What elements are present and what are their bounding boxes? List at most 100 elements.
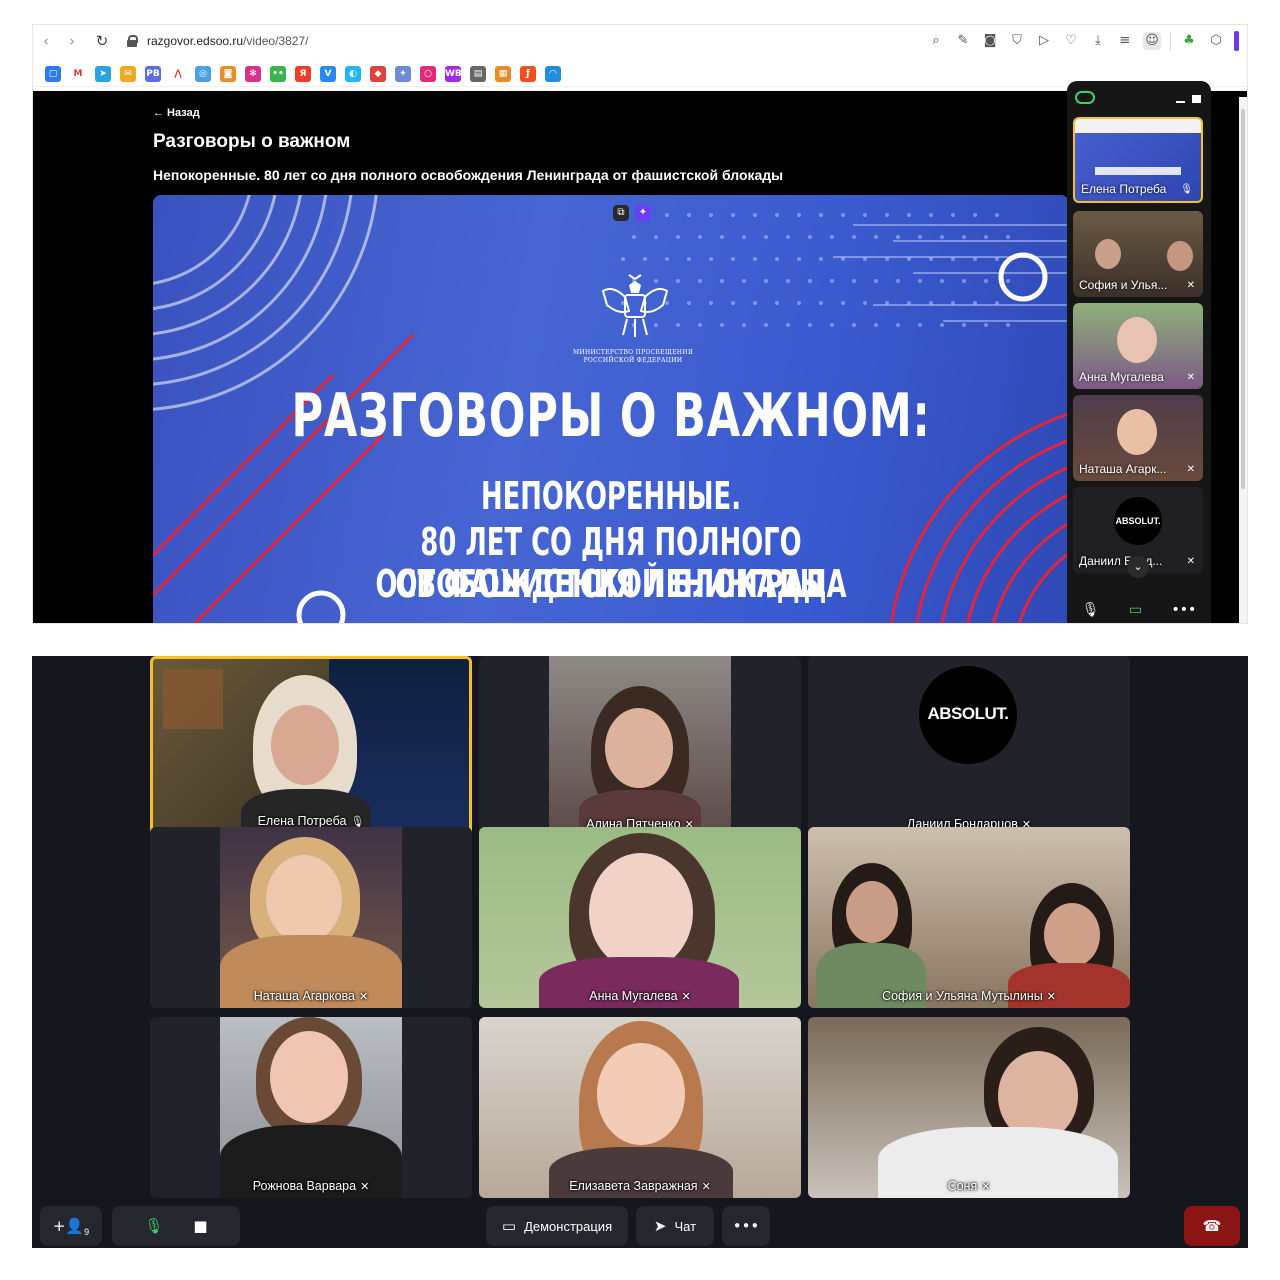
participant-name: София и Ульяна Мутылины ✕ xyxy=(882,989,1056,1003)
video-player[interactable]: ⧉ ✦ МИНИСТЕРСТВО ПРОСВЕЩЕНИЯ РОССИЙСКОЙ … xyxy=(153,195,1069,623)
pin-icon[interactable]: ◆ xyxy=(370,65,386,82)
grid-icon[interactable]: ▦ xyxy=(495,65,511,82)
mic-muted-icon: ✕ xyxy=(1186,372,1195,383)
video-title: РАЗГОВОРЫ О ВАЖНОМ: xyxy=(291,381,931,451)
participant-face xyxy=(597,1043,685,1145)
mail-icon[interactable]: ✉ xyxy=(120,65,136,82)
participant-video xyxy=(479,827,801,1008)
heart-icon[interactable]: ♡ xyxy=(1062,32,1080,50)
figma-icon[interactable]: ƒ xyxy=(520,65,536,82)
participant-name: Елена Потреба 🎙 xyxy=(257,814,365,828)
mic-icon[interactable]: 🎙 xyxy=(1082,602,1100,618)
ministry-line-2: РОССИЙСКОЙ ФЕДЕРАЦИИ xyxy=(583,357,683,364)
mic-icon: 🎙 xyxy=(1180,184,1193,195)
camera-icon[interactable]: ◙ xyxy=(981,32,999,50)
mini-tile-participant[interactable]: София и Улья... ✕ xyxy=(1073,211,1203,297)
edge-icon[interactable]: ◠ xyxy=(545,65,561,82)
sidebar-toggle[interactable] xyxy=(1234,31,1239,51)
vk-icon[interactable]: V xyxy=(320,65,336,82)
eagle-icon[interactable]: ✦ xyxy=(395,65,411,82)
maximize-icon[interactable] xyxy=(1192,95,1201,103)
participant-face xyxy=(266,855,342,943)
chat-label: Чат xyxy=(674,1218,697,1234)
meeting-window: Елена Потреба 🎙 Алина Пятченко ✕ ABSOLUT. … xyxy=(32,656,1248,1248)
mini-tile-speaker[interactable]: Елена Потреба 🎙 xyxy=(1073,117,1203,203)
doc-icon[interactable]: ▤ xyxy=(470,65,486,82)
flower-icon[interactable]: ✻ xyxy=(245,65,261,82)
ministry-caption: МИНИСТЕРСТВО ПРОСВЕЩЕНИЯ РОССИЙСКОЙ ФЕДЕ… xyxy=(533,349,733,365)
orange-icon[interactable]: ◙ xyxy=(220,65,236,82)
participant-face xyxy=(846,881,898,943)
cube-icon[interactable]: ⬡ xyxy=(1207,32,1225,50)
dots-icon[interactable]: •• xyxy=(270,65,286,82)
download-icon[interactable]: ⤓ xyxy=(1089,32,1107,50)
minimize-icon[interactable] xyxy=(1176,101,1185,103)
more-icon[interactable]: ••• xyxy=(1171,602,1196,618)
yandex-icon[interactable]: Я xyxy=(295,65,311,82)
address-bar[interactable]: razgovor.edsoo.ru/video/3827/ xyxy=(147,34,308,48)
edit-icon[interactable]: ✎ xyxy=(954,32,972,50)
browser-toolbar: ⌕ ✎ ◙ ⛉ ▷ ♡ ⤓ ≡ ☺ ♣ ⬡ xyxy=(927,31,1247,51)
participant-tile-speaker[interactable]: Елена Потреба 🎙 xyxy=(150,656,472,836)
shield-icon[interactable]: ⛉ xyxy=(1008,32,1026,50)
mini-tile-participant[interactable]: Анна Мугалева ✕ xyxy=(1073,303,1203,389)
mic-muted-icon: ✕ xyxy=(701,1180,711,1193)
mini-tile-label: Елена Потреба xyxy=(1081,182,1167,196)
extension-icon[interactable]: ♣ xyxy=(1180,32,1198,50)
avatar: ABSOLUT. xyxy=(1114,497,1162,545)
add-participant-button[interactable]: +👤 9 xyxy=(40,1206,102,1246)
participant-video xyxy=(220,827,402,1008)
participant-tile[interactable]: Наташа Агаркова ✕ xyxy=(150,827,472,1008)
screen-share-button[interactable]: ▭ Демонстрация xyxy=(486,1206,628,1246)
participant-video xyxy=(1167,241,1193,271)
globe-icon[interactable]: ◎ xyxy=(195,65,211,82)
participant-tile[interactable]: София и Ульяна Мутылины ✕ xyxy=(808,827,1130,1008)
pb-icon[interactable]: PB xyxy=(145,65,161,82)
participant-face xyxy=(271,705,339,785)
mini-meeting-panel: Елена Потреба 🎙 София и Улья... ✕ Анна М… xyxy=(1067,81,1211,623)
screen-share-icon[interactable]: ▭ xyxy=(1129,602,1142,618)
mini-tile-participant[interactable]: Наташа Агарк... ✕ xyxy=(1073,395,1203,481)
back-button[interactable]: ‹ xyxy=(33,32,59,50)
connection-icon[interactable] xyxy=(1075,91,1095,104)
yandex-lavka-icon[interactable]: ⋀ xyxy=(170,65,186,82)
scrollbar-thumb[interactable] xyxy=(1241,109,1245,489)
mini-tile-label: София и Улья... xyxy=(1079,278,1168,292)
participant-tile[interactable]: Анна Мугалева ✕ xyxy=(479,827,801,1008)
camera-icon[interactable]: ■ xyxy=(193,1217,207,1235)
zoom-icon[interactable]: ⌕ xyxy=(927,32,945,50)
reload-button[interactable]: ↻ xyxy=(89,32,115,50)
end-call-button[interactable]: ☎ xyxy=(1184,1206,1240,1246)
participant-tile[interactable]: Алина Пятченко ✕ xyxy=(479,656,801,836)
page-scrollbar[interactable] xyxy=(1239,97,1247,623)
lock-icon[interactable] xyxy=(127,35,138,47)
participant-tile[interactable]: ABSOLUT. Даниил Бондарцов ✕ xyxy=(808,656,1130,836)
messenger-icon[interactable]: ▢ xyxy=(45,65,61,82)
menu-icon[interactable]: ≡ xyxy=(1116,32,1134,50)
chevron-down-icon[interactable]: ⌄ xyxy=(1127,556,1149,578)
mic-icon[interactable]: 🎙 xyxy=(144,1217,163,1235)
mic-muted-icon: ✕ xyxy=(981,1180,991,1193)
oz-icon[interactable]: ○ xyxy=(420,65,436,82)
participant-video xyxy=(549,656,731,836)
video-line-3: ОТ ФАШИСТСКОЙ БЛОКАДЫ xyxy=(395,562,827,606)
forward-button[interactable]: › xyxy=(59,32,85,50)
back-link[interactable]: ← Назад xyxy=(153,107,200,119)
url-domain: razgovor.edsoo.ru xyxy=(147,34,244,48)
pip-icon[interactable]: ⧉ xyxy=(613,205,629,221)
profile-icon[interactable]: ☺ xyxy=(1143,32,1161,50)
participant-tile[interactable]: Соня ✕ xyxy=(808,1017,1130,1198)
participant-tile[interactable]: Елизавета Завражная ✕ xyxy=(479,1017,801,1198)
mic-muted-icon: ✕ xyxy=(359,990,369,1003)
send-icon[interactable]: ▷ xyxy=(1035,32,1053,50)
chat-button[interactable]: ➤ Чат xyxy=(636,1206,714,1246)
telegram-icon[interactable]: ➤ xyxy=(95,65,111,82)
participant-tile[interactable]: Рожнова Варвара ✕ xyxy=(150,1017,472,1198)
more-button[interactable]: ••• xyxy=(722,1206,770,1246)
wb-icon[interactable]: WB xyxy=(445,65,462,82)
ai-icon[interactable]: ✦ xyxy=(635,205,651,221)
page-title: Разговоры о важном xyxy=(153,131,351,152)
add-user-icon: +👤 xyxy=(52,1217,85,1235)
chat-icon[interactable]: ◐ xyxy=(345,65,361,82)
gmail-icon[interactable]: M xyxy=(70,65,86,82)
